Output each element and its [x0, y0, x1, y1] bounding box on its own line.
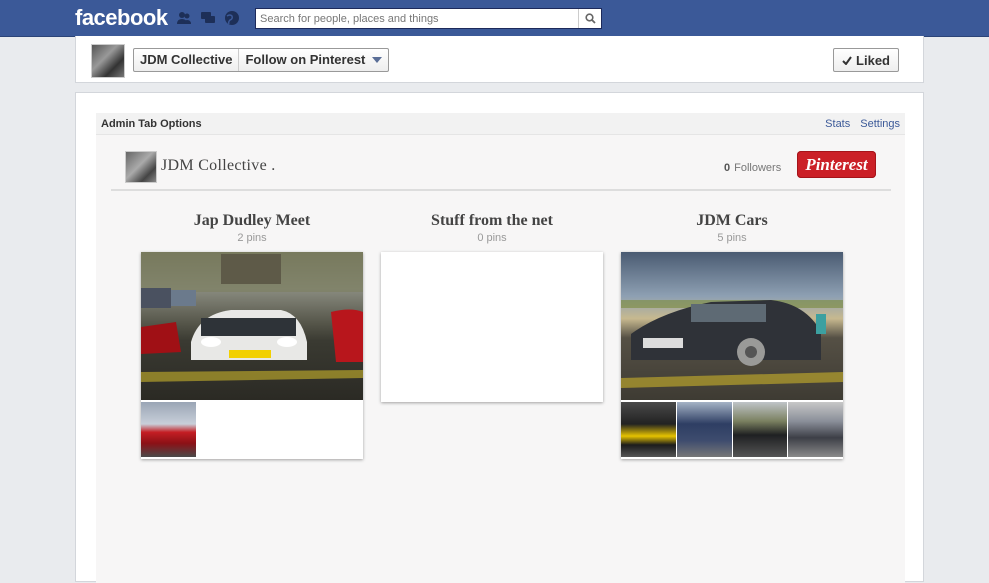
tab-dropdown[interactable]: Follow on Pinterest: [238, 49, 388, 71]
profile-avatar[interactable]: [125, 151, 157, 183]
board-cover-image[interactable]: [141, 252, 363, 400]
friend-requests-icon[interactable]: [176, 10, 192, 26]
board-thumbnails: [141, 400, 363, 459]
page-tab-selector[interactable]: JDM Collective Follow on Pinterest: [133, 48, 390, 72]
admin-tab-title: Admin Tab Options: [101, 118, 202, 130]
board-thumbnail[interactable]: [141, 402, 196, 457]
board-jap-dudley-meet[interactable]: Jap Dudley Meet 2 pins: [141, 212, 363, 459]
board-cover-image[interactable]: [621, 252, 843, 400]
board-thumbnails: [621, 400, 843, 459]
board-thumbnail[interactable]: [788, 402, 843, 457]
liked-button[interactable]: Liked: [833, 48, 899, 72]
search-icon: [584, 13, 596, 24]
followers-label: Followers: [734, 162, 782, 174]
board-pin-count: 0 pins: [477, 232, 507, 244]
jewel-icons: [176, 10, 240, 26]
board-card[interactable]: [621, 252, 843, 459]
search-box: [255, 8, 602, 29]
car-photo-icon: [621, 300, 843, 388]
board-card[interactable]: [141, 252, 363, 459]
page-avatar[interactable]: [91, 44, 125, 78]
followers-count: 0 Followers: [724, 162, 781, 174]
notifications-icon[interactable]: [224, 10, 240, 26]
board-cover-empty[interactable]: [381, 252, 603, 402]
pinterest-profile-header: JDM Collective . 0 Followers Pinterest: [111, 151, 891, 191]
car-photo-icon: [141, 252, 363, 382]
board-pin-count: 2 pins: [237, 232, 267, 244]
page-header: JDM Collective Follow on Pinterest Liked: [75, 36, 924, 83]
pinterest-follow-button[interactable]: Pinterest: [797, 151, 876, 178]
settings-link[interactable]: Settings: [860, 118, 900, 130]
board-stuff-from-the-net[interactable]: Stuff from the net 0 pins: [381, 212, 603, 402]
admin-links: Stats Settings: [825, 118, 900, 130]
board-title[interactable]: Jap Dudley Meet: [141, 212, 363, 230]
profile-name[interactable]: JDM Collective .: [161, 157, 276, 175]
followers-number: 0: [724, 162, 731, 174]
app-tab-card: Admin Tab Options Stats Settings JDM Col…: [75, 92, 924, 583]
board-title[interactable]: Stuff from the net: [381, 212, 603, 230]
pinterest-app-frame: Admin Tab Options Stats Settings JDM Col…: [96, 113, 905, 583]
messages-icon[interactable]: [200, 10, 216, 26]
board-jdm-cars[interactable]: JDM Cars 5 pins: [621, 212, 843, 459]
board-thumbnail[interactable]: [621, 402, 676, 457]
stats-link[interactable]: Stats: [825, 118, 850, 130]
liked-label: Liked: [856, 52, 890, 68]
board-pin-count: 5 pins: [717, 232, 747, 244]
page-name-link[interactable]: JDM Collective: [134, 49, 238, 71]
facebook-topbar: facebook: [0, 0, 989, 37]
search-button[interactable]: [578, 9, 601, 28]
board-title[interactable]: JDM Cars: [621, 212, 843, 230]
board-card[interactable]: [381, 252, 603, 402]
checkmark-icon: [842, 55, 852, 65]
search-input[interactable]: [256, 9, 578, 28]
facebook-logo[interactable]: facebook: [75, 5, 168, 31]
chevron-down-icon: [372, 57, 383, 63]
board-thumbnail[interactable]: [732, 402, 788, 457]
board-thumbnail[interactable]: [676, 402, 732, 457]
admin-tab-bar: Admin Tab Options Stats Settings: [96, 113, 905, 135]
tab-name: Follow on Pinterest: [245, 52, 366, 67]
